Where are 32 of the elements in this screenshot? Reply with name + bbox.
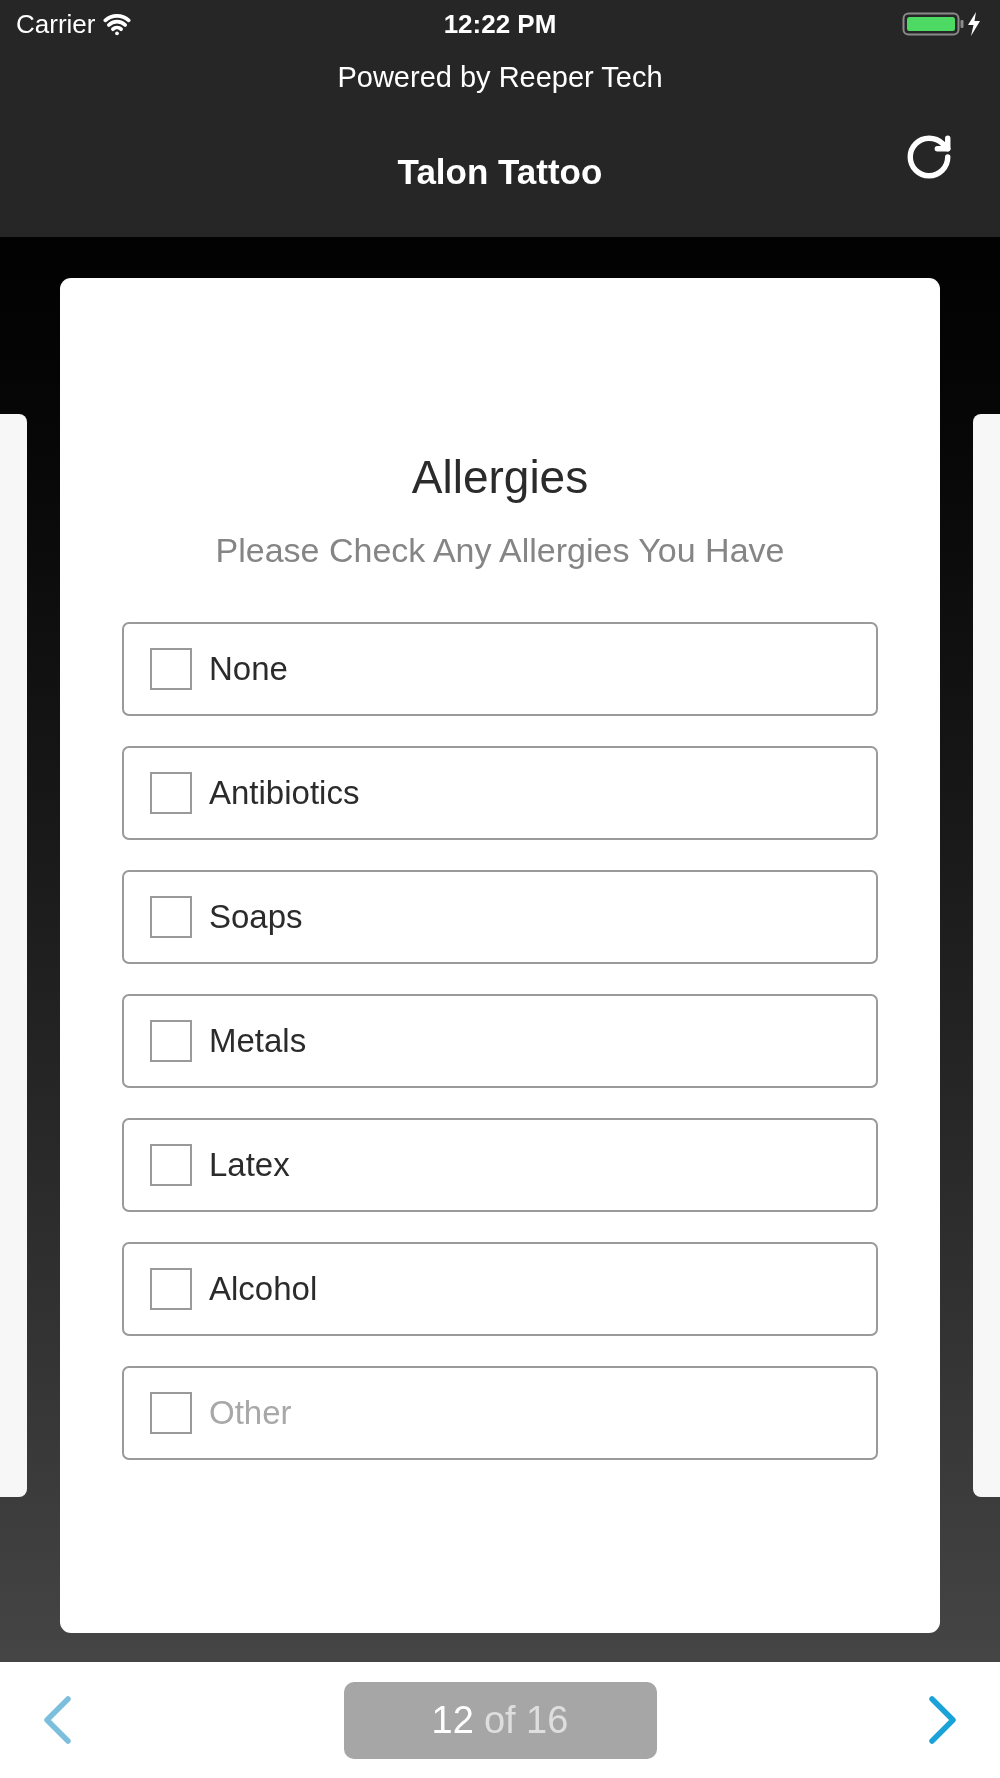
allergy-option[interactable]: Latex	[122, 1118, 878, 1212]
option-label: Latex	[209, 1145, 290, 1186]
option-label: Soaps	[209, 897, 303, 938]
option-label: Antibiotics	[209, 773, 360, 814]
form-title: Allergies	[410, 450, 590, 504]
checkbox[interactable]	[150, 772, 192, 814]
allergy-option[interactable]: Other	[122, 1366, 878, 1460]
chevron-right-icon	[927, 1696, 958, 1744]
form-subtitle: Please Check Any Allergies You Have	[214, 530, 786, 570]
option-label: Alcohol	[209, 1269, 318, 1310]
allergy-option[interactable]: Alcohol	[122, 1242, 878, 1336]
page-total: of 16	[483, 1697, 569, 1743]
option-label: None	[209, 649, 288, 690]
clock-time: 12:22 PM	[443, 7, 557, 41]
option-label: Metals	[209, 1021, 307, 1062]
checkbox[interactable]	[150, 1268, 192, 1310]
checkbox[interactable]	[150, 1020, 192, 1062]
checkbox[interactable]	[150, 648, 192, 690]
allergy-option[interactable]: Metals	[122, 994, 878, 1088]
chevron-left-icon	[42, 1696, 73, 1744]
checkbox[interactable]	[150, 896, 192, 938]
app-title: Talon Tattoo	[397, 151, 603, 194]
checkbox[interactable]	[150, 1392, 192, 1434]
carrier-name: Carrier	[16, 7, 96, 41]
checkbox[interactable]	[150, 1144, 192, 1186]
allergy-option[interactable]: None	[122, 622, 878, 716]
other-text-field[interactable]: Other	[209, 1391, 860, 1435]
current-page: 12	[431, 1697, 474, 1743]
next-button[interactable]	[927, 1696, 958, 1744]
allergy-option[interactable]: Soaps	[122, 870, 878, 964]
allergy-option[interactable]: Antibiotics	[122, 746, 878, 840]
powered-by-text: Powered by Reeper Tech	[337, 60, 663, 96]
